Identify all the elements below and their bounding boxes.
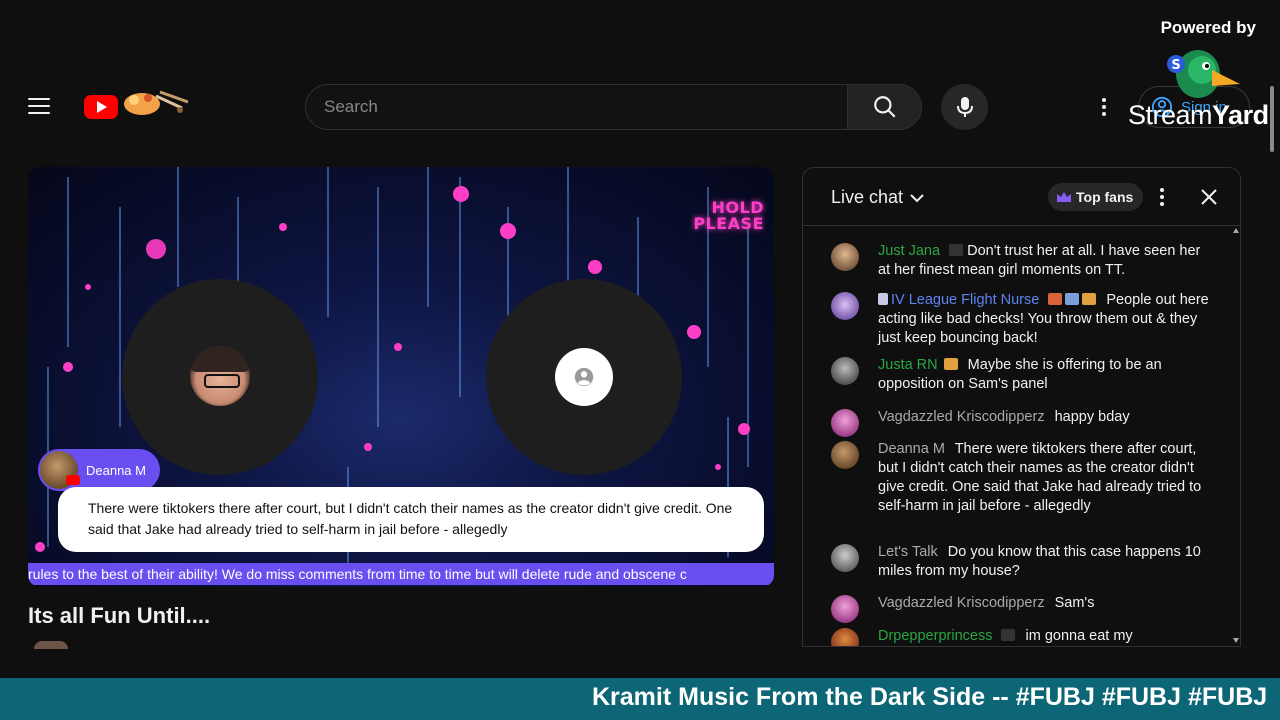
member-badge-icon [943, 358, 958, 370]
chat-avatar [831, 595, 859, 623]
scrolling-banner: Kramit Music From the Dark Side -- #FUBJ… [0, 678, 1280, 720]
syringe-icon [878, 293, 888, 305]
featured-comment-author: Deanna M [38, 449, 160, 491]
voice-search-button[interactable] [941, 84, 988, 130]
chat-avatar [831, 409, 859, 437]
powered-by-label: Powered by [1160, 18, 1256, 37]
chat-message: IV League Flight Nurse People out here a… [831, 291, 1211, 348]
settings-menu-icon[interactable] [1095, 95, 1113, 119]
member-badge-icon [1082, 293, 1097, 305]
youtube-badge-icon [66, 475, 80, 485]
chat-message: Drpepperprincess im gonna eat my [831, 627, 1211, 646]
chat-author[interactable]: Let's Talk [878, 544, 938, 560]
doodle-logo[interactable] [120, 88, 196, 120]
person-icon [574, 367, 594, 387]
svg-text:S: S [1171, 58, 1180, 73]
chat-author[interactable]: IV League Flight Nurse [891, 292, 1039, 308]
chat-avatar [831, 243, 859, 271]
chat-author[interactable]: Drpepperprincess [878, 628, 992, 644]
chat-author[interactable]: Justa RN [878, 357, 938, 373]
chat-header: Live chat Top fans [803, 168, 1240, 226]
chat-message: Vagdazzled Kriscodipperz happy bday [831, 408, 1211, 437]
banner-text: Kramit Music From the Dark Side -- #FUBJ… [592, 683, 1268, 711]
chat-message: Deanna M There were tiktokers there afte… [831, 440, 1211, 516]
crown-icon [1057, 192, 1071, 202]
chat-avatar [831, 357, 859, 385]
ticker-banner: rules to the best of their ability! We d… [28, 563, 774, 585]
chat-author[interactable]: Vagdazzled Kriscodipperz [878, 409, 1045, 425]
chat-avatar [831, 628, 859, 646]
microphone-icon [956, 97, 973, 117]
search-input[interactable] [306, 85, 847, 129]
chat-message: Justa RN Maybe she is offering to be an … [831, 356, 1211, 394]
streamyard-wordmark: StreamYard [1128, 100, 1269, 130]
guest-placeholder-avatar [555, 348, 613, 406]
chat-author[interactable]: Vagdazzled Kriscodipperz [878, 595, 1045, 611]
page-scrollbar[interactable] [1269, 76, 1275, 646]
chevron-down-icon [910, 193, 924, 202]
chat-avatar [831, 292, 859, 320]
video-title: Its all Fun Until.... [28, 603, 211, 628]
member-badge-icon [949, 244, 964, 256]
guest-tile-1 [122, 279, 318, 475]
youtube-logo[interactable] [84, 95, 118, 119]
video-player[interactable]: HOLD PLEASE Deanna M There were tiktokers… [28, 167, 774, 587]
close-icon[interactable] [1197, 185, 1221, 209]
member-badge-icon [1001, 629, 1016, 641]
chat-message: Just Jana Don't trust her at all. I have… [831, 242, 1211, 280]
hold-please-sign: HOLD PLEASE [693, 198, 764, 233]
chat-text: Sam's [1054, 595, 1095, 611]
guest-tile-2 [486, 279, 682, 475]
live-chat-mode-dropdown[interactable]: Live chat [831, 187, 925, 208]
chat-author[interactable]: Deanna M [878, 441, 945, 457]
guest-avatar [190, 346, 250, 406]
live-chat-panel: Live chat Top fans Just Jana Don't trust… [802, 167, 1241, 647]
chat-message: Let's Talk Do you know that this case ha… [831, 543, 1211, 581]
channel-avatar[interactable] [34, 641, 68, 649]
top-fans-button[interactable]: Top fans [1048, 183, 1144, 211]
chat-scrollbar[interactable] [1232, 226, 1240, 646]
chat-author[interactable]: Just Jana [878, 243, 940, 259]
chat-avatar [831, 544, 859, 572]
chat-avatar [831, 441, 859, 469]
wrench-icon [1065, 293, 1080, 305]
search-bar [305, 84, 922, 130]
search-icon [873, 96, 896, 118]
featured-comment: There were tiktokers there after court, … [58, 487, 764, 552]
chat-text: happy bday [1054, 409, 1130, 425]
chat-message: Vagdazzled Kriscodipperz Sam's [831, 594, 1211, 623]
search-button[interactable] [847, 85, 921, 129]
chat-text: im gonna eat my [1025, 628, 1133, 644]
helicopter-icon [1048, 293, 1063, 305]
menu-icon[interactable] [28, 92, 56, 120]
chat-more-options-icon[interactable] [1157, 186, 1167, 208]
